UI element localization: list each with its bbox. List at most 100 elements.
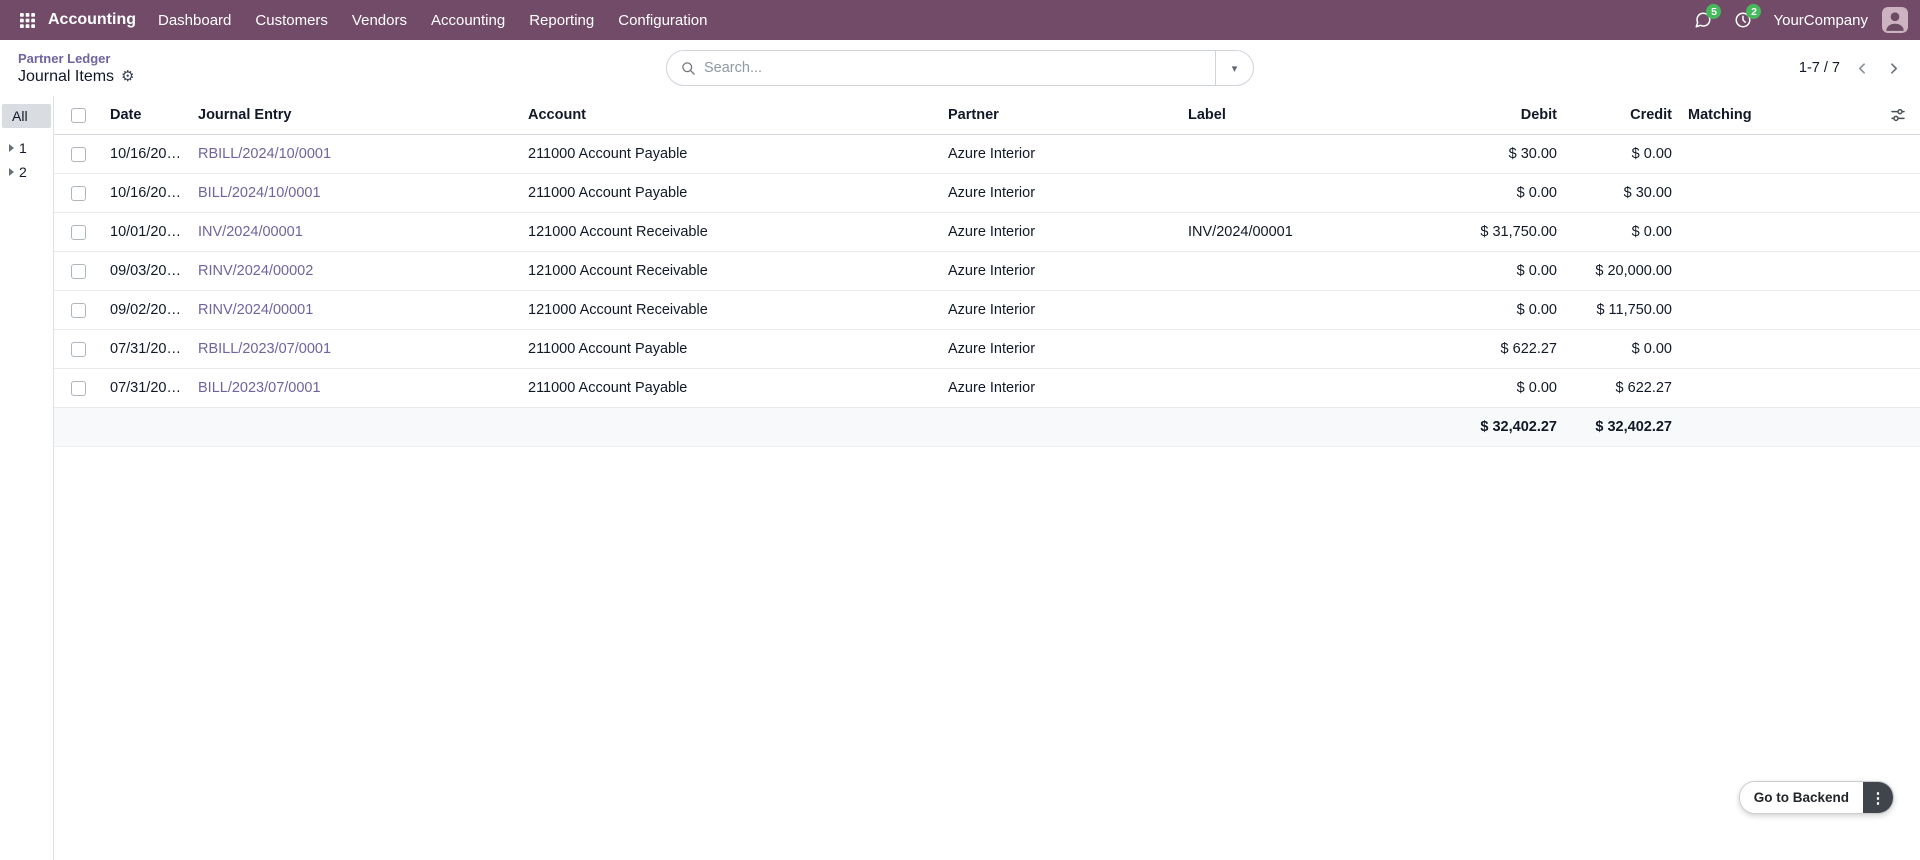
pager-previous-icon[interactable] xyxy=(1854,60,1871,77)
row-checkbox[interactable] xyxy=(71,264,86,279)
journal-entry-link[interactable]: RINV/2024/00002 xyxy=(198,263,313,279)
journal-item-row[interactable]: 09/02/2024 RINV/2024/00001 121000 Accoun… xyxy=(54,291,1920,330)
col-header-matching[interactable]: Matching xyxy=(1680,96,1775,135)
cell-matching xyxy=(1680,252,1775,291)
journal-entry-link[interactable]: RINV/2024/00001 xyxy=(198,302,313,318)
row-checkbox[interactable] xyxy=(71,381,86,396)
nav-item-dashboard[interactable]: Dashboard xyxy=(146,0,243,40)
col-header-credit[interactable]: Credit xyxy=(1565,96,1680,135)
gear-icon[interactable]: ⚙ xyxy=(121,69,134,84)
cell-matching xyxy=(1680,174,1775,213)
select-all-checkbox[interactable] xyxy=(71,108,86,123)
journal-item-row[interactable]: 10/01/2024 INV/2024/00001 121000 Account… xyxy=(54,213,1920,252)
search-dropdown-toggle[interactable]: ▾ xyxy=(1215,51,1253,85)
cell-account: 211000 Account Payable xyxy=(520,369,940,408)
col-header-date[interactable]: Date xyxy=(102,96,190,135)
row-checkbox[interactable] xyxy=(71,186,86,201)
go-to-backend-button[interactable]: Go to Backend xyxy=(1740,782,1863,813)
cell-credit: $ 622.27 xyxy=(1565,369,1680,408)
cell-partner: Azure Interior xyxy=(940,174,1180,213)
row-checkbox[interactable] xyxy=(71,342,86,357)
cell-label xyxy=(1180,369,1450,408)
optional-columns-icon[interactable] xyxy=(1890,107,1906,123)
journal-entry-link[interactable]: INV/2024/00001 xyxy=(198,224,303,240)
cell-date: 10/16/2024 xyxy=(102,174,190,213)
cell-matching xyxy=(1680,330,1775,369)
journal-item-row[interactable]: 07/31/2023 RBILL/2023/07/0001 211000 Acc… xyxy=(54,330,1920,369)
chevron-right-icon xyxy=(9,168,14,176)
app-name[interactable]: Accounting xyxy=(48,11,136,29)
col-header-label[interactable]: Label xyxy=(1180,96,1450,135)
journal-item-row[interactable]: 09/03/2024 RINV/2024/00002 121000 Accoun… xyxy=(54,252,1920,291)
cell-credit: $ 0.00 xyxy=(1565,330,1680,369)
cell-date: 07/31/2023 xyxy=(102,369,190,408)
sidebar-item-1[interactable]: 1 xyxy=(0,136,53,160)
col-header-journal-entry[interactable]: Journal Entry xyxy=(190,96,520,135)
company-switcher[interactable]: YourCompany xyxy=(1765,12,1876,29)
cell-partner: Azure Interior xyxy=(940,213,1180,252)
sidebar-item-all[interactable]: All xyxy=(2,104,51,128)
activities-clock-icon[interactable]: 2 xyxy=(1725,0,1761,40)
cell-credit: $ 0.00 xyxy=(1565,135,1680,174)
col-header-partner[interactable]: Partner xyxy=(940,96,1180,135)
cell-account: 121000 Account Receivable xyxy=(520,213,940,252)
nav-item-vendors[interactable]: Vendors xyxy=(340,0,419,40)
control-panel: Partner Ledger Journal Items ⚙ ▾ 1-7 / 7 xyxy=(0,40,1920,96)
nav-item-accounting[interactable]: Accounting xyxy=(419,0,517,40)
user-avatar[interactable] xyxy=(1882,7,1908,33)
cell-date: 10/16/2024 xyxy=(102,135,190,174)
apps-grid-icon[interactable] xyxy=(12,0,42,40)
nav-item-configuration[interactable]: Configuration xyxy=(606,0,719,40)
cell-credit: $ 20,000.00 xyxy=(1565,252,1680,291)
journal-entry-link[interactable]: BILL/2023/07/0001 xyxy=(198,380,321,396)
search-panel: All 1 2 xyxy=(0,96,54,860)
cell-account: 211000 Account Payable xyxy=(520,135,940,174)
journal-items-list: Date Journal Entry Account Partner Label… xyxy=(54,96,1920,860)
journal-entry-link[interactable]: BILL/2024/10/0001 xyxy=(198,185,321,201)
journal-item-row[interactable]: 07/31/2023 BILL/2023/07/0001 211000 Acco… xyxy=(54,369,1920,408)
cell-label xyxy=(1180,291,1450,330)
totals-row: $ 32,402.27 $ 32,402.27 xyxy=(54,408,1920,447)
top-navbar: Accounting Dashboard Customers Vendors A… xyxy=(0,0,1920,40)
cell-debit: $ 30.00 xyxy=(1450,135,1565,174)
total-debit: $ 32,402.27 xyxy=(1450,408,1565,447)
cell-partner: Azure Interior xyxy=(940,252,1180,291)
activities-badge: 2 xyxy=(1746,4,1761,19)
journal-entry-link[interactable]: RBILL/2023/07/0001 xyxy=(198,341,331,357)
cell-credit: $ 11,750.00 xyxy=(1565,291,1680,330)
cell-date: 10/01/2024 xyxy=(102,213,190,252)
cell-debit: $ 0.00 xyxy=(1450,369,1565,408)
search-icon xyxy=(667,61,704,76)
nav-item-reporting[interactable]: Reporting xyxy=(517,0,606,40)
row-checkbox[interactable] xyxy=(71,147,86,162)
cell-date: 09/03/2024 xyxy=(102,252,190,291)
pager-range: 1-7 / 7 xyxy=(1799,60,1840,76)
breadcrumb-parent-link[interactable]: Partner Ledger xyxy=(18,51,135,66)
cell-matching xyxy=(1680,369,1775,408)
cell-date: 07/31/2023 xyxy=(102,330,190,369)
search-bar: ▾ xyxy=(666,50,1254,86)
pager-next-icon[interactable] xyxy=(1885,60,1902,77)
messages-icon[interactable]: 5 xyxy=(1685,0,1721,40)
col-header-debit[interactable]: Debit xyxy=(1450,96,1565,135)
kebab-menu-icon[interactable]: ⋮ xyxy=(1863,782,1893,813)
cell-label xyxy=(1180,135,1450,174)
col-header-account[interactable]: Account xyxy=(520,96,940,135)
cell-partner: Azure Interior xyxy=(940,369,1180,408)
search-input[interactable] xyxy=(704,60,1215,76)
journal-entry-link[interactable]: RBILL/2024/10/0001 xyxy=(198,146,331,162)
journal-item-row[interactable]: 10/16/2024 RBILL/2024/10/0001 211000 Acc… xyxy=(54,135,1920,174)
systray: 5 2 YourCompany xyxy=(1685,0,1908,40)
journal-item-row[interactable]: 10/16/2024 BILL/2024/10/0001 211000 Acco… xyxy=(54,174,1920,213)
sidebar-item-2[interactable]: 2 xyxy=(0,160,53,184)
cell-partner: Azure Interior xyxy=(940,291,1180,330)
nav-item-customers[interactable]: Customers xyxy=(243,0,340,40)
row-checkbox[interactable] xyxy=(71,225,86,240)
cell-partner: Azure Interior xyxy=(940,330,1180,369)
cell-account: 121000 Account Receivable xyxy=(520,252,940,291)
cell-account: 211000 Account Payable xyxy=(520,330,940,369)
page-title: Journal Items xyxy=(18,68,114,86)
row-checkbox[interactable] xyxy=(71,303,86,318)
cell-matching xyxy=(1680,291,1775,330)
cell-debit: $ 0.00 xyxy=(1450,174,1565,213)
